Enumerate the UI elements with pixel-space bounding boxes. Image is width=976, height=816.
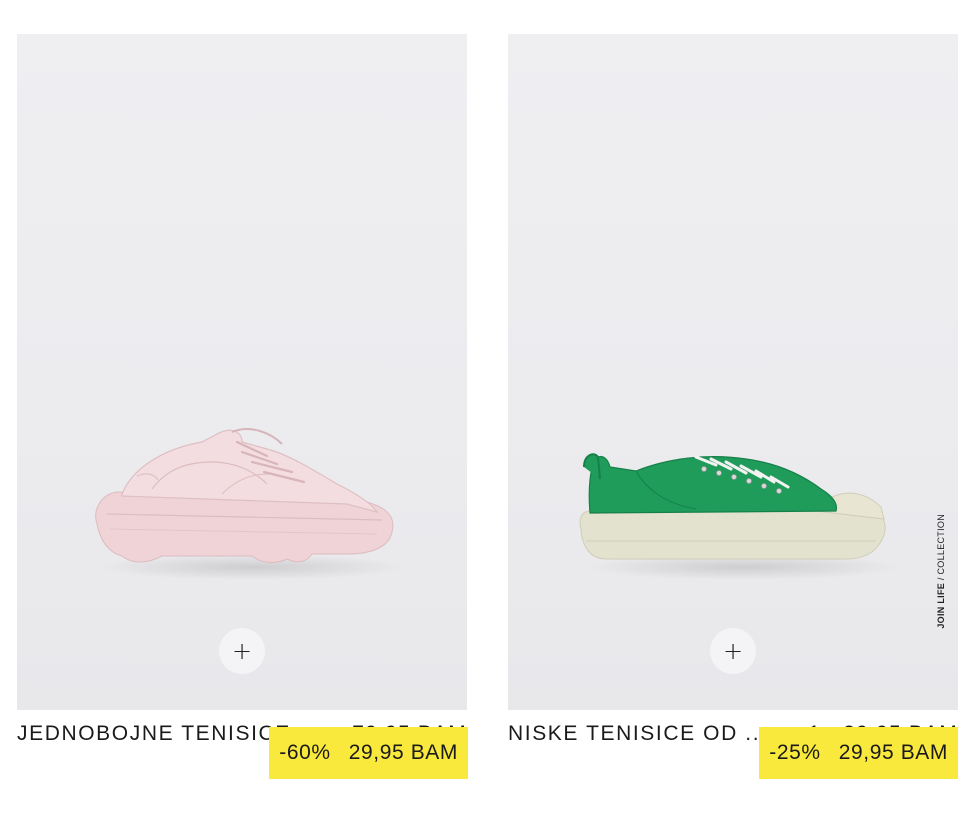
product-card-2[interactable]: JOIN LIFE / COLLECTION + NISKE TENISICE … — [508, 34, 958, 762]
join-life-badge: JOIN LIFE / COLLECTION — [936, 514, 946, 629]
pink-sneaker-image — [95, 428, 394, 563]
discount-label: -25% — [769, 741, 821, 764]
sale-price-badge-2: -25% 29,95 BAM — [759, 727, 958, 779]
product-name[interactable]: JEDNOBOJNE TENISICE — [17, 722, 291, 746]
product-image-1[interactable]: + — [17, 34, 467, 710]
product-card-1[interactable]: + JEDNOBOJNE TENISICE 79,95 BAM — [17, 34, 467, 762]
add-to-cart-button[interactable]: + — [710, 628, 756, 674]
add-to-cart-button[interactable]: + — [219, 628, 265, 674]
product-image-2[interactable]: JOIN LIFE / COLLECTION + — [508, 34, 958, 710]
product-name[interactable]: NISKE TENISICE OD ... — [508, 722, 768, 746]
sale-price: 29,95 BAM — [348, 741, 458, 764]
discount-label: -60% — [279, 741, 331, 764]
sale-price-badge-1: -60% 29,95 BAM — [269, 727, 468, 779]
green-sneaker-image — [579, 453, 886, 560]
sale-price: 29,95 BAM — [838, 741, 948, 764]
